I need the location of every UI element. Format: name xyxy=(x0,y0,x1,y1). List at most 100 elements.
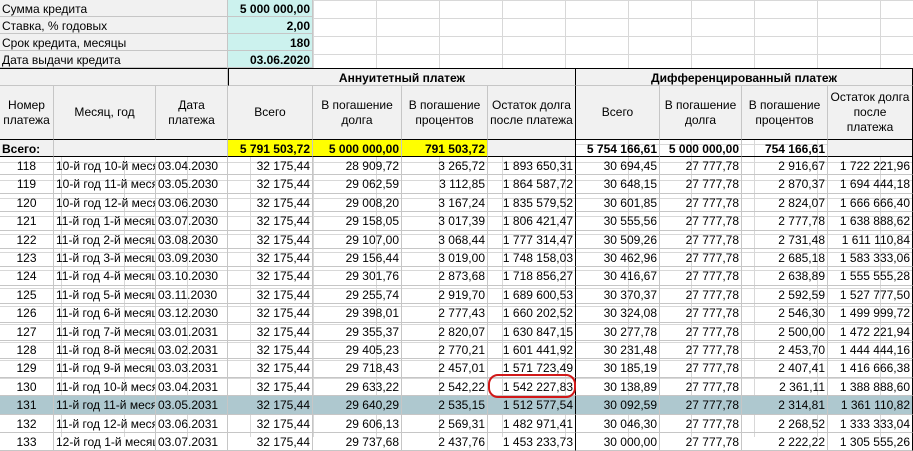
table-cell[interactable]: 27 777,78 xyxy=(660,286,742,304)
table-cell[interactable]: 130 xyxy=(0,378,54,396)
column-header-a_principal[interactable]: В погашение долга xyxy=(313,86,402,140)
table-cell[interactable]: 30 000,00 xyxy=(576,433,660,451)
column-header-a_balance[interactable]: Остаток долга после платежа xyxy=(488,86,576,140)
table-cell[interactable]: 29 405,23 xyxy=(313,341,402,359)
table-cell[interactable]: 1 660 202,52 xyxy=(488,304,576,323)
table-cell[interactable]: 03.05.2030 xyxy=(156,175,228,194)
table-cell[interactable]: 11-й год 11-й месяц xyxy=(54,396,156,415)
column-header-d_total[interactable]: Всего xyxy=(576,86,660,140)
table-cell[interactable]: 27 777,78 xyxy=(660,267,742,286)
table-cell[interactable]: 1 472 221,94 xyxy=(828,323,913,341)
table-cell[interactable]: 30 324,08 xyxy=(576,304,660,323)
table-cell[interactable]: 1 601 441,92 xyxy=(488,341,576,359)
totals-d-principal[interactable]: 5 000 000,00 xyxy=(660,140,742,157)
table-cell[interactable]: 03.03.2031 xyxy=(156,359,228,378)
table-cell[interactable]: 2 569,31 xyxy=(402,415,488,433)
table-cell[interactable]: 2 638,89 xyxy=(742,267,828,286)
table-cell[interactable]: 30 694,45 xyxy=(576,157,660,175)
table-cell[interactable]: 2 453,70 xyxy=(742,341,828,359)
column-header-month[interactable]: Месяц, год xyxy=(54,86,156,140)
table-cell[interactable]: 2 437,76 xyxy=(402,433,488,451)
table-cell[interactable]: 30 370,37 xyxy=(576,286,660,304)
table-cell[interactable]: 129 xyxy=(0,359,54,378)
table-cell[interactable]: 2 685,18 xyxy=(742,249,828,267)
totals-d-balance[interactable] xyxy=(828,140,913,157)
table-cell[interactable]: 132 xyxy=(0,415,54,433)
table-cell[interactable]: 1 835 579,52 xyxy=(488,194,576,212)
table-cell[interactable]: 1 333 333,04 xyxy=(828,415,913,433)
table-cell[interactable]: 2 777,43 xyxy=(402,304,488,323)
table-cell[interactable]: 27 777,78 xyxy=(660,378,742,396)
table-cell[interactable]: 27 777,78 xyxy=(660,341,742,359)
table-cell[interactable]: 1 638 888,62 xyxy=(828,212,913,231)
table-cell[interactable]: 1 499 999,72 xyxy=(828,304,913,323)
table-cell[interactable]: 1 630 847,15 xyxy=(488,323,576,341)
table-cell[interactable]: 3 017,39 xyxy=(402,212,488,231)
table-cell[interactable]: 124 xyxy=(0,267,54,286)
table-cell[interactable]: 03.05.2031 xyxy=(156,396,228,415)
table-cell[interactable]: 119 xyxy=(0,175,54,194)
table-cell[interactable]: 27 777,78 xyxy=(660,157,742,175)
table-cell[interactable]: 131 xyxy=(0,396,54,415)
table-cell[interactable]: 10-й год 10-й месяц xyxy=(54,157,156,175)
table-cell[interactable]: 32 175,44 xyxy=(228,231,313,249)
table-cell[interactable]: 32 175,44 xyxy=(228,212,313,231)
table-cell[interactable]: 2 592,59 xyxy=(742,286,828,304)
totals-a-principal[interactable]: 5 000 000,00 xyxy=(313,140,402,157)
totals-d-interest[interactable]: 754 166,61 xyxy=(742,140,828,157)
table-cell[interactable]: 126 xyxy=(0,304,54,323)
table-cell[interactable]: 32 175,44 xyxy=(228,175,313,194)
table-cell[interactable]: 123 xyxy=(0,249,54,267)
table-cell[interactable]: 32 175,44 xyxy=(228,396,313,415)
table-cell[interactable]: 27 777,78 xyxy=(660,323,742,341)
table-cell[interactable]: 2 916,67 xyxy=(742,157,828,175)
table-cell[interactable]: 32 175,44 xyxy=(228,433,313,451)
table-cell[interactable]: 10-й год 11-й месяц xyxy=(54,175,156,194)
table-cell[interactable]: 27 777,78 xyxy=(660,433,742,451)
table-cell[interactable]: 1 583 333,06 xyxy=(828,249,913,267)
table-cell[interactable]: 1 689 600,53 xyxy=(488,286,576,304)
table-cell[interactable]: 28 909,72 xyxy=(313,157,402,175)
table-cell[interactable]: 1 361 110,82 xyxy=(828,396,913,415)
table-cell[interactable]: 2 542,22 xyxy=(402,378,488,396)
table-cell[interactable]: 1 666 666,40 xyxy=(828,194,913,212)
table-cell[interactable]: 30 648,15 xyxy=(576,175,660,194)
table-cell[interactable]: 2 314,81 xyxy=(742,396,828,415)
table-cell[interactable]: 30 185,19 xyxy=(576,359,660,378)
table-cell[interactable]: 128 xyxy=(0,341,54,359)
table-cell[interactable]: 30 138,89 xyxy=(576,378,660,396)
table-cell[interactable]: 3 167,24 xyxy=(402,194,488,212)
column-header-a_total[interactable]: Всего xyxy=(228,86,313,140)
param-label[interactable]: Ставка, % годовых xyxy=(0,17,228,34)
table-cell[interactable]: 2 770,21 xyxy=(402,341,488,359)
table-cell[interactable]: 125 xyxy=(0,286,54,304)
column-header-date[interactable]: Дата платежа xyxy=(156,86,228,140)
table-cell[interactable]: 29 158,05 xyxy=(313,212,402,231)
table-cell[interactable]: 32 175,44 xyxy=(228,304,313,323)
differentiated-header[interactable]: Дифференцированный платеж xyxy=(576,68,913,86)
table-cell[interactable]: 03.10.2030 xyxy=(156,267,228,286)
table-cell[interactable]: 11-й год 3-й месяц xyxy=(54,249,156,267)
table-cell[interactable]: 03.08.2030 xyxy=(156,231,228,249)
table-cell[interactable]: 1 748 158,03 xyxy=(488,249,576,267)
table-cell[interactable]: 29 737,68 xyxy=(313,433,402,451)
param-value[interactable]: 180 xyxy=(228,34,313,51)
table-cell[interactable]: 11-й год 5-й месяц xyxy=(54,286,156,304)
table-cell[interactable]: 11-й год 4-й месяц xyxy=(54,267,156,286)
table-cell[interactable]: 118 xyxy=(0,157,54,175)
table-cell[interactable]: 3 068,44 xyxy=(402,231,488,249)
table-cell[interactable]: 30 046,30 xyxy=(576,415,660,433)
table-cell[interactable]: 32 175,44 xyxy=(228,286,313,304)
table-cell[interactable]: 27 777,78 xyxy=(660,359,742,378)
table-cell[interactable]: 32 175,44 xyxy=(228,157,313,175)
table-cell[interactable]: 11-й год 2-й месяц xyxy=(54,231,156,249)
table-cell[interactable]: 27 777,78 xyxy=(660,231,742,249)
table-cell[interactable]: 32 175,44 xyxy=(228,249,313,267)
table-cell[interactable]: 10-й год 12-й месяц xyxy=(54,194,156,212)
table-cell[interactable]: 1 453 233,73 xyxy=(488,433,576,451)
annuity-header[interactable]: Аннуитетный платеж xyxy=(228,68,576,86)
table-cell[interactable]: 29 301,76 xyxy=(313,267,402,286)
table-cell[interactable]: 30 555,56 xyxy=(576,212,660,231)
table-cell[interactable]: 32 175,44 xyxy=(228,267,313,286)
table-cell[interactable]: 11-й год 9-й месяц xyxy=(54,359,156,378)
